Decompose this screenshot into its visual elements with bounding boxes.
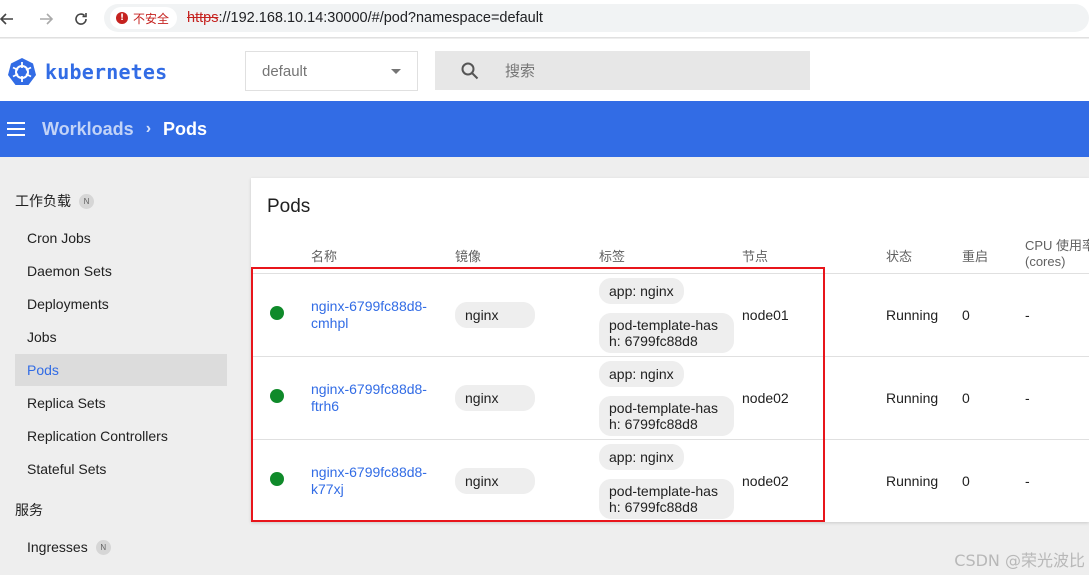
image-chip: nginx xyxy=(455,468,535,494)
sidebar: 工作负载 N Cron Jobs Daemon Sets Deployments… xyxy=(0,157,243,575)
browser-toolbar: ! 不安全 https://192.168.10.14:30000/#/pod?… xyxy=(0,0,1089,38)
table-row: nginx-6799fc88d8- k77xj nginx app: nginx… xyxy=(251,440,1089,523)
watermark: CSDN @荣光波比 xyxy=(954,551,1085,570)
sidebar-item-cron-jobs[interactable]: Cron Jobs xyxy=(15,222,227,254)
node-link[interactable]: node02 xyxy=(742,390,789,406)
pods-card: Pods 名称 镜像 标签 节点 状态 重启 CPU 使用率 (cores) n… xyxy=(251,178,1089,522)
sidebar-section-services[interactable]: 服务 xyxy=(15,500,43,520)
column-header-image: 镜像 xyxy=(455,250,482,265)
sidebar-item-daemon-sets[interactable]: Daemon Sets xyxy=(15,255,227,287)
status-running-icon xyxy=(270,389,284,403)
cpu-header-line2: (cores) xyxy=(1025,254,1066,269)
status-text: Running xyxy=(886,307,939,323)
kubernetes-wheel-icon xyxy=(8,58,36,85)
column-header-cpu: CPU 使用率 (cores) xyxy=(1025,238,1089,270)
pod-name-link[interactable]: nginx-6799fc88d8- cmhpl xyxy=(311,298,441,332)
node-link[interactable]: node02 xyxy=(742,473,789,489)
search-input[interactable]: 搜索 xyxy=(435,51,810,90)
url-text: https://192.168.10.14:30000/#/pod?namesp… xyxy=(187,10,543,26)
sidebar-item-deployments[interactable]: Deployments xyxy=(15,288,227,320)
pod-name-link[interactable]: nginx-6799fc88d8- ftrh6 xyxy=(311,381,441,415)
insecure-label: 不安全 xyxy=(133,11,170,26)
url-rest: ://192.168.10.14:30000/#/pod?namespace=d… xyxy=(218,10,543,26)
pod-name-line2: ftrh6 xyxy=(311,398,340,414)
forward-icon[interactable] xyxy=(31,4,61,34)
pod-name-line2: k77xj xyxy=(311,481,344,497)
label-chip: pod-template-has h: 6799fc88d8 xyxy=(599,396,734,436)
back-icon[interactable] xyxy=(0,4,22,34)
breadcrumb-bar: Workloads › Pods xyxy=(0,101,1089,157)
menu-icon[interactable] xyxy=(7,122,25,136)
breadcrumb-pods: Pods xyxy=(163,118,208,139)
dropdown-caret-icon xyxy=(391,69,401,74)
sidebar-item-pods[interactable]: Pods xyxy=(15,354,227,386)
pod-name-line1: nginx-6799fc88d8- xyxy=(311,464,427,480)
label-chip: app: nginx xyxy=(599,444,684,470)
node-link[interactable]: node01 xyxy=(742,307,789,323)
pod-name-line2: cmhpl xyxy=(311,315,349,331)
status-running-icon xyxy=(270,306,284,320)
label-line1: pod-template-has xyxy=(609,483,718,499)
column-header-status[interactable]: 状态 xyxy=(886,246,912,265)
pod-name-link[interactable]: nginx-6799fc88d8- k77xj xyxy=(311,464,441,498)
column-header-node[interactable]: 节点 xyxy=(742,246,768,265)
restarts-value: 0 xyxy=(962,390,970,406)
sidebar-item-replication-controllers[interactable]: Replication Controllers xyxy=(15,420,227,452)
table-row: nginx-6799fc88d8- cmhpl nginx app: nginx… xyxy=(251,274,1089,357)
search-icon xyxy=(461,62,479,79)
logo-text: kubernetes xyxy=(45,60,168,84)
table-row: nginx-6799fc88d8- ftrh6 nginx app: nginx… xyxy=(251,357,1089,440)
status-text: Running xyxy=(886,390,939,406)
chevron-right-icon: › xyxy=(145,120,152,137)
label-chip: app: nginx xyxy=(599,361,684,387)
image-chip: nginx xyxy=(455,302,535,328)
label-line1: pod-template-has xyxy=(609,400,718,416)
label-chip: pod-template-has h: 6799fc88d8 xyxy=(599,479,734,519)
sidebar-item-label: Ingresses xyxy=(27,539,88,555)
column-header-name[interactable]: 名称 xyxy=(311,246,337,265)
namespace-value: default xyxy=(262,62,308,80)
label-line2: h: 6799fc88d8 xyxy=(609,333,698,349)
namespaced-badge: N xyxy=(79,193,94,209)
sidebar-item-replica-sets[interactable]: Replica Sets xyxy=(15,387,227,419)
sidebar-item-stateful-sets[interactable]: Stateful Sets xyxy=(15,453,227,485)
column-header-labels: 标签 xyxy=(599,250,626,265)
card-title: Pods xyxy=(267,196,311,217)
cpu-value: - xyxy=(1025,473,1030,489)
cpu-value: - xyxy=(1025,390,1030,406)
search-placeholder: 搜索 xyxy=(505,62,536,80)
restarts-value: 0 xyxy=(962,473,970,489)
warning-icon: ! xyxy=(116,12,128,24)
insecure-badge[interactable]: ! 不安全 xyxy=(110,7,178,29)
column-header-restarts[interactable]: 重启 xyxy=(962,246,988,265)
cpu-header-line1: CPU 使用率 xyxy=(1025,238,1089,253)
pod-name-line1: nginx-6799fc88d8- xyxy=(311,381,427,397)
restarts-value: 0 xyxy=(962,307,970,323)
sidebar-item-ingresses[interactable]: Ingresses N xyxy=(15,531,227,563)
namespaced-badge: N xyxy=(95,539,111,555)
status-running-icon xyxy=(270,472,284,486)
status-text: Running xyxy=(886,473,939,489)
url-scheme: https xyxy=(187,10,219,26)
section-label: 工作负载 xyxy=(15,194,71,210)
label-chip: app: nginx xyxy=(599,278,684,304)
label-line2: h: 6799fc88d8 xyxy=(609,499,698,515)
section-label: 服务 xyxy=(15,503,43,519)
label-chip: pod-template-has h: 6799fc88d8 xyxy=(599,313,734,353)
kubernetes-logo[interactable]: kubernetes xyxy=(7,57,167,87)
breadcrumb-workloads[interactable]: Workloads xyxy=(42,119,134,140)
cpu-value: - xyxy=(1025,307,1030,323)
address-bar[interactable]: ! 不安全 https://192.168.10.14:30000/#/pod?… xyxy=(104,4,1089,32)
sidebar-section-workloads[interactable]: 工作负载 N xyxy=(15,191,94,211)
namespace-select[interactable]: default xyxy=(245,51,418,91)
image-chip: nginx xyxy=(455,385,535,411)
label-line2: h: 6799fc88d8 xyxy=(609,416,698,432)
reload-icon[interactable] xyxy=(66,4,96,34)
app-header: kubernetes default 搜索 xyxy=(0,39,1089,101)
sidebar-item-jobs[interactable]: Jobs xyxy=(15,321,227,353)
label-line1: pod-template-has xyxy=(609,317,718,333)
pod-name-line1: nginx-6799fc88d8- xyxy=(311,298,427,314)
